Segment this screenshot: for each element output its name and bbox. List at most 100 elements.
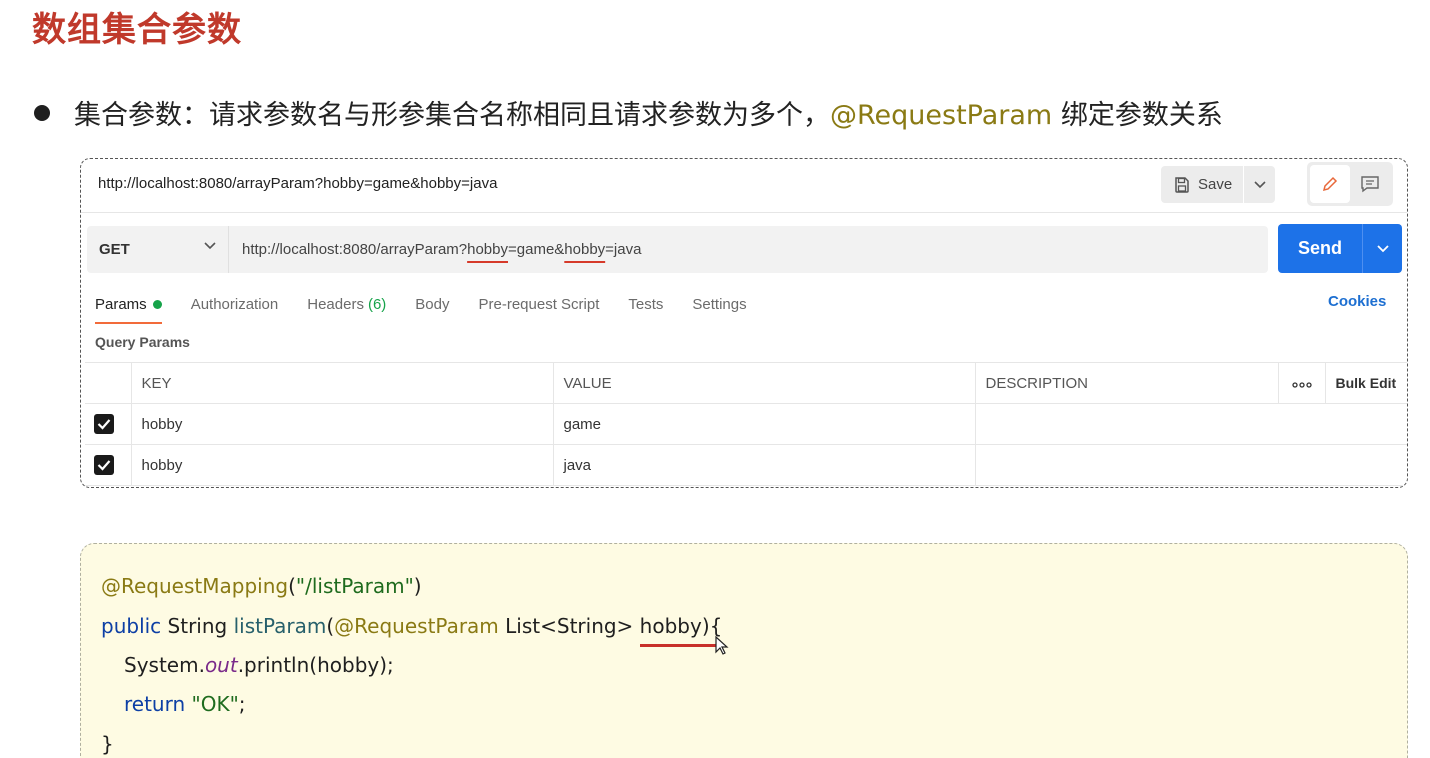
code-annotation: @RequestMapping (101, 574, 289, 598)
tab-body[interactable]: Body (415, 293, 449, 315)
code-token: List<String> hobby){ (498, 614, 723, 638)
comment-icon (1361, 176, 1379, 193)
send-button-group: Send (1278, 224, 1402, 273)
tab-tests[interactable]: Tests (628, 293, 663, 315)
send-options-button[interactable] (1362, 224, 1402, 273)
bullet-point: 集合参数：请求参数名与形参集合名称相同且请求参数为多个，@RequestPara… (34, 93, 1223, 132)
tab-prerequest-script[interactable]: Pre-request Script (479, 293, 600, 315)
tab-label: Headers (307, 295, 364, 313)
pencil-icon (1322, 176, 1338, 192)
row-checkbox-cell (85, 444, 132, 486)
tab-label: Settings (692, 295, 747, 313)
bullet-text: 集合参数：请求参数名与形参集合名称相同且请求参数为多个，@RequestPara… (74, 93, 1223, 132)
cookies-link[interactable]: Cookies (1328, 293, 1386, 310)
save-label: Save (1198, 176, 1233, 193)
code-token: System. (124, 653, 205, 677)
code-line-1: @RequestMapping("/listParam") (101, 574, 422, 598)
code-keyword: public (101, 614, 162, 638)
bullet-suffix: 绑定参数关系 (1052, 100, 1223, 131)
postman-panel: http://localhost:8080/arrayParam?hobby=g… (80, 158, 1408, 488)
slide-title: 数组集合参数 (32, 10, 242, 50)
comments-button[interactable] (1350, 165, 1390, 203)
tab-label: Body (415, 295, 450, 313)
table-row: hobby java (85, 444, 1407, 486)
code-token: ; (238, 692, 246, 716)
code-string: "/listParam" (295, 574, 414, 598)
check-icon (97, 460, 111, 471)
url-part: =game& (508, 241, 565, 258)
tab-headers[interactable]: Headers (6) (307, 293, 386, 315)
code-keyword: return (124, 692, 186, 716)
bullet-prefix: 集合参数：请求参数名与形参集合名称相同且请求参数为多个， (74, 100, 830, 131)
tab-authorization[interactable]: Authorization (191, 293, 279, 315)
param-value[interactable]: game (552, 403, 976, 445)
chevron-down-icon (204, 242, 216, 250)
query-params-title: Query Params (95, 334, 190, 350)
url-part: http://localhost:8080/arrayParam? (242, 241, 468, 258)
tab-label: Pre-request Script (478, 295, 600, 313)
bulk-edit-button[interactable]: Bulk Edit (1324, 362, 1407, 404)
tab-label: Params (95, 295, 147, 313)
edit-mode-button[interactable] (1310, 165, 1350, 203)
param-value[interactable]: java (552, 444, 976, 486)
row-checkbox[interactable] (94, 414, 114, 434)
bullet-highlight: @RequestParam (830, 100, 1053, 131)
code-static-field: out (204, 653, 238, 677)
code-token: String (161, 614, 234, 638)
code-line-5: } (101, 732, 114, 756)
request-name[interactable]: http://localhost:8080/arrayParam?hobby=g… (98, 175, 497, 192)
code-token: } (101, 732, 114, 756)
param-description[interactable] (974, 444, 1407, 486)
code-annotation: @RequestParam (334, 614, 499, 638)
method-select[interactable]: GET (87, 226, 228, 273)
row-checkbox[interactable] (94, 455, 114, 475)
code-block: @RequestMapping("/listParam") public Str… (80, 543, 1408, 758)
params-table: KEY VALUE DESCRIPTION Bulk Edit hobby ga… (85, 362, 1407, 486)
row-checkbox-cell (85, 403, 132, 445)
save-button-group: Save (1161, 166, 1275, 203)
table-header-row: KEY VALUE DESCRIPTION Bulk Edit (85, 362, 1407, 404)
code-line-4: return "OK"; (124, 692, 246, 716)
params-indicator-dot (152, 299, 162, 309)
save-button[interactable]: Save (1161, 166, 1243, 203)
code-token: ( (288, 574, 296, 598)
url-input[interactable]: http://localhost:8080/arrayParam? hobby =g… (228, 226, 1268, 273)
url-param-hobby-1: hobby (467, 241, 508, 258)
column-header-description: DESCRIPTION (974, 362, 1279, 404)
url-param-hobby-2: hobby (564, 241, 606, 258)
tab-label: Authorization (190, 295, 279, 313)
checkbox-column-header (85, 362, 132, 404)
code-token: .println(hobby); (237, 653, 394, 677)
code-line-3: System.out.println(hobby); (124, 653, 394, 677)
code-string: "OK" (191, 692, 239, 716)
mouse-cursor-icon (715, 636, 729, 655)
more-horizontal-icon (1291, 381, 1312, 388)
param-key[interactable]: hobby (130, 444, 554, 486)
view-mode-toggle (1307, 162, 1393, 206)
code-method-name: listParam (233, 614, 327, 638)
method-label: GET (99, 241, 130, 258)
bullet-dot (34, 104, 50, 121)
code-token: ( (326, 614, 335, 638)
request-tabs: Params Authorization Headers (6) Body Pre… (95, 293, 776, 324)
check-icon (97, 419, 111, 430)
tab-label: Tests (628, 295, 664, 313)
param-key[interactable]: hobby (130, 403, 554, 445)
code-token: ) (413, 574, 422, 598)
send-button[interactable]: Send (1278, 238, 1362, 259)
param-description[interactable] (974, 403, 1407, 445)
headers-count: (6) (367, 295, 387, 313)
url-part: =java (605, 241, 642, 258)
more-options-button[interactable] (1277, 362, 1326, 404)
request-header-bar: http://localhost:8080/arrayParam?hobby=g… (81, 159, 1407, 213)
tab-params[interactable]: Params (95, 293, 162, 324)
table-row: hobby game (85, 403, 1407, 445)
tab-settings[interactable]: Settings (692, 293, 746, 315)
param-underline-mark (640, 644, 716, 647)
save-icon (1175, 176, 1189, 193)
column-header-key: KEY (130, 362, 554, 404)
column-header-value: VALUE (552, 362, 976, 404)
save-options-button[interactable] (1243, 166, 1275, 203)
chevron-down-icon (1376, 244, 1389, 252)
code-line-2: public String listParam(@RequestParam Li… (101, 614, 722, 638)
